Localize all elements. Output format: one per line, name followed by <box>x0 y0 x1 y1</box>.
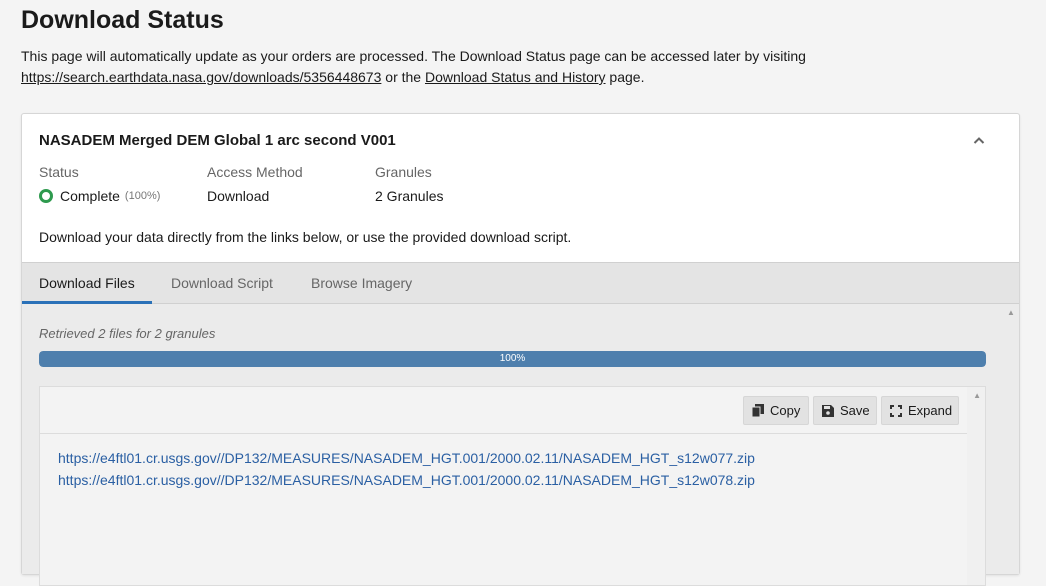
order-title: NASADEM Merged DEM Global 1 arc second V… <box>39 132 396 149</box>
links-box: Copy Save Expand https://e4ftl01.cr.usgs… <box>39 386 986 586</box>
intro-text-part-3: page. <box>605 69 645 85</box>
tab-download-files[interactable]: Download Files <box>22 263 152 304</box>
expand-icon <box>890 404 902 417</box>
order-card: NASADEM Merged DEM Global 1 arc second V… <box>21 113 1020 586</box>
status-label: Status <box>39 164 79 180</box>
tab-download-script[interactable]: Download Script <box>154 263 290 304</box>
download-files-panel: ▲ Retrieved 2 files for 2 granules 100% … <box>22 304 1019 586</box>
copy-icon <box>752 404 764 417</box>
copy-button[interactable]: Copy <box>743 396 809 425</box>
granules-label: Granules <box>375 164 432 180</box>
access-method-label: Access Method <box>207 164 303 180</box>
status-value: Complete (100%) <box>39 188 160 204</box>
save-label: Save <box>840 403 870 418</box>
copy-label: Copy <box>770 403 801 418</box>
intro-text-part-2: or the <box>381 69 425 85</box>
download-link[interactable]: https://e4ftl01.cr.usgs.gov//DP132/MEASU… <box>58 447 755 469</box>
granules-value: 2 Granules <box>375 188 444 204</box>
retrieved-status: Retrieved 2 files for 2 granules <box>39 326 216 341</box>
scroll-up-arrow-icon[interactable]: ▲ <box>1007 308 1017 318</box>
save-icon <box>822 404 834 417</box>
intro-text: This page will automatically update as y… <box>21 46 1021 88</box>
download-links-list: https://e4ftl01.cr.usgs.gov//DP132/MEASU… <box>58 447 755 491</box>
tab-browse-imagery[interactable]: Browse Imagery <box>294 263 429 304</box>
access-method-column: Access Method Download <box>207 164 303 204</box>
save-button[interactable]: Save <box>813 396 877 425</box>
status-complete-icon <box>39 189 53 203</box>
scroll-up-arrow-icon[interactable]: ▲ <box>973 391 981 400</box>
progress-bar: 100% <box>39 351 986 367</box>
status-text: Complete <box>60 188 120 204</box>
granules-column: Granules 2 Granules <box>375 164 443 204</box>
chevron-up-icon[interactable] <box>973 134 985 146</box>
page-title: Download Status <box>21 6 224 34</box>
download-history-link[interactable]: Download Status and History <box>425 69 606 85</box>
status-column: Status Complete (100%) <box>39 164 160 204</box>
tab-bar: Download Files Download Script Browse Im… <box>22 262 1019 304</box>
progress-fill: 100% <box>39 351 986 367</box>
expand-label: Expand <box>908 403 953 418</box>
order-description: Download your data directly from the lin… <box>39 229 572 245</box>
status-percent: (100%) <box>124 190 161 202</box>
expand-button[interactable]: Expand <box>881 396 959 425</box>
download-link[interactable]: https://e4ftl01.cr.usgs.gov//DP132/MEASU… <box>58 469 755 491</box>
links-scrollbar[interactable]: ▲ <box>967 387 985 585</box>
download-status-url-link[interactable]: https://search.earthdata.nasa.gov/downlo… <box>21 69 381 85</box>
access-method-value: Download <box>207 188 270 204</box>
links-toolbar: Copy Save Expand <box>40 387 968 434</box>
intro-text-part-1: This page will automatically update as y… <box>21 48 806 64</box>
